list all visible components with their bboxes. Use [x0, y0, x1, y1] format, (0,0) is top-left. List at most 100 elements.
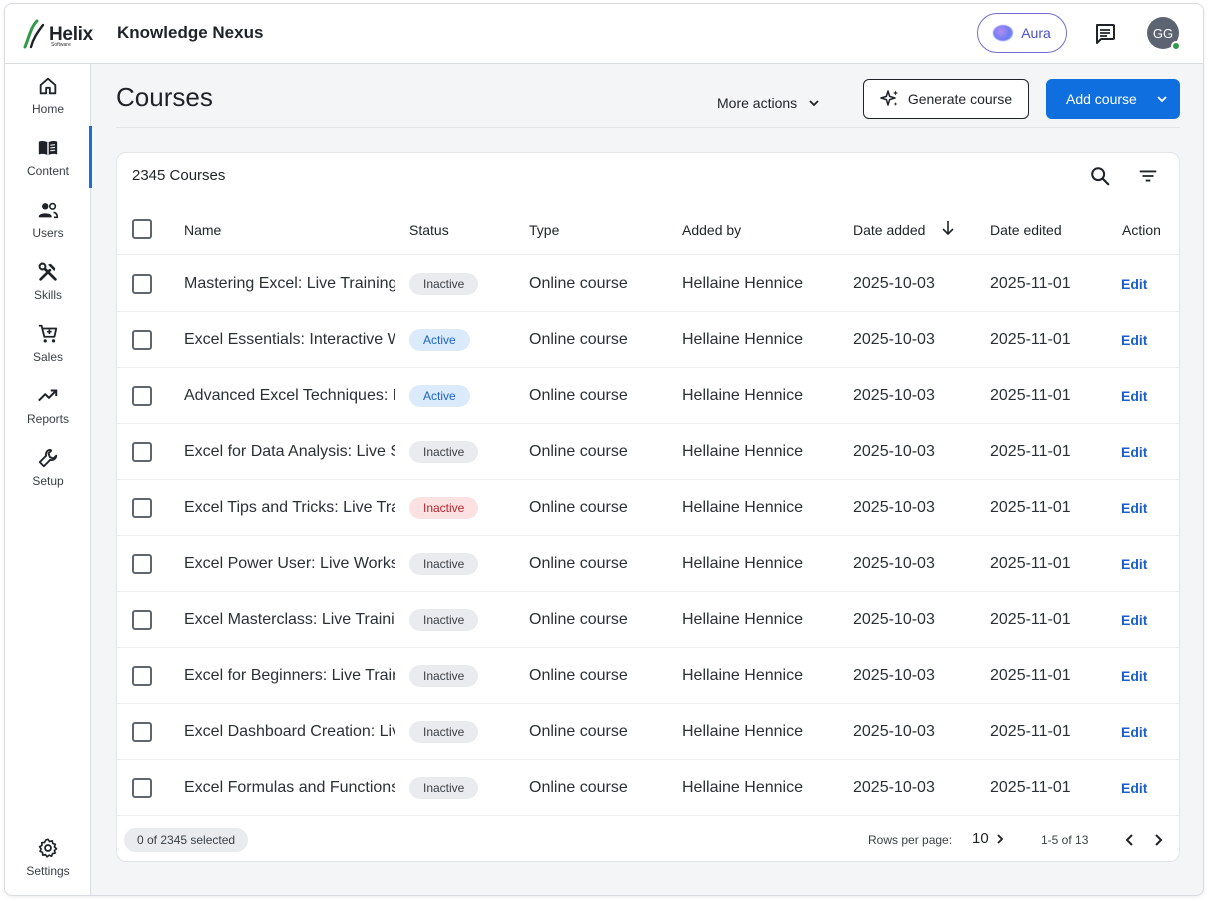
edit-link[interactable]: Edit: [1121, 668, 1147, 684]
aura-label: Aura: [1021, 25, 1051, 41]
date-added: 2025-10-03: [853, 499, 935, 516]
sparkle-icon: [880, 90, 898, 106]
added-by: Hellaine Hennice: [682, 555, 803, 572]
row-checkbox[interactable]: [132, 722, 152, 742]
table-row[interactable]: Excel Masterclass: Live Training Inactive…: [117, 592, 1179, 648]
column-header-date-added[interactable]: Date added: [853, 222, 925, 238]
course-name[interactable]: Excel for Beginners: Live Training: [184, 667, 395, 685]
sort-descending-icon[interactable]: [939, 219, 957, 237]
generate-course-button[interactable]: Generate course: [863, 79, 1029, 119]
course-type: Online course: [529, 779, 628, 796]
edit-link[interactable]: Edit: [1121, 444, 1147, 460]
sidebar-item-label: Sales: [32, 349, 64, 364]
top-bar: Helix Software Knowledge Nexus Aura GG: [5, 4, 1203, 64]
course-name[interactable]: Excel for Data Analysis: Live Session: [184, 443, 395, 461]
courses-table-card: 2345 Courses Name Status Type Added by D…: [116, 152, 1180, 862]
table-row[interactable]: Excel Tips and Tricks: Live Training Inac…: [117, 480, 1179, 536]
date-edited: 2025-11-01: [990, 723, 1071, 740]
sidebar-item-reports[interactable]: Reports: [5, 374, 91, 436]
course-name[interactable]: Excel Essentials: Interactive Workshop: [184, 331, 395, 349]
edit-link[interactable]: Edit: [1121, 780, 1147, 796]
avatar[interactable]: GG: [1147, 17, 1181, 51]
more-actions-button[interactable]: More actions: [717, 88, 821, 118]
edit-link[interactable]: Edit: [1121, 500, 1147, 516]
row-checkbox[interactable]: [132, 498, 152, 518]
add-course-button[interactable]: Add course: [1046, 79, 1180, 119]
generate-course-label: Generate course: [907, 91, 1013, 107]
table-footer: 0 of 2345 selected Rows per page: 10 1-5…: [117, 817, 1179, 861]
table-row[interactable]: Excel Formulas and Functions: Live Inacti…: [117, 760, 1179, 816]
added-by: Hellaine Hennice: [682, 779, 803, 796]
select-all-checkbox[interactable]: [132, 219, 152, 239]
table-row[interactable]: Excel Power User: Live Workshop Inactive O…: [117, 536, 1179, 592]
edit-link[interactable]: Edit: [1121, 332, 1147, 348]
added-by: Hellaine Hennice: [682, 499, 803, 516]
column-header-type[interactable]: Type: [529, 222, 559, 238]
sidebar-item-label: Reports: [26, 411, 70, 426]
added-by: Hellaine Hennice: [682, 667, 803, 684]
table-header: Name Status Type Added by Date added Dat…: [117, 205, 1179, 255]
table-row[interactable]: Mastering Excel: Live Training Inactive On…: [117, 256, 1179, 312]
table-row[interactable]: Excel for Data Analysis: Live Session Ina…: [117, 424, 1179, 480]
row-checkbox[interactable]: [132, 554, 152, 574]
course-type: Online course: [529, 499, 628, 516]
gear-icon: [38, 837, 58, 858]
sidebar-item-home[interactable]: Home: [5, 64, 91, 126]
aura-button[interactable]: Aura: [977, 13, 1067, 53]
next-page-icon[interactable]: [1148, 830, 1168, 850]
row-checkbox[interactable]: [132, 442, 152, 462]
previous-page-icon[interactable]: [1120, 830, 1140, 850]
column-header-date-edited[interactable]: Date edited: [990, 222, 1062, 238]
course-type: Online course: [529, 723, 628, 740]
chevron-right-icon: [997, 833, 1003, 844]
course-name[interactable]: Excel Dashboard Creation: Live: [184, 723, 395, 741]
edit-link[interactable]: Edit: [1121, 556, 1147, 572]
helix-logo[interactable]: Helix Software: [23, 17, 95, 51]
column-header-status[interactable]: Status: [409, 222, 449, 238]
course-name[interactable]: Excel Masterclass: Live Training: [184, 611, 395, 629]
sidebar-item-users[interactable]: Users: [5, 188, 91, 250]
filter-icon[interactable]: [1137, 165, 1159, 187]
search-icon[interactable]: [1089, 165, 1111, 187]
row-checkbox[interactable]: [132, 666, 152, 686]
courses-count: 2345 Courses: [132, 167, 226, 184]
row-checkbox[interactable]: [132, 330, 152, 350]
add-course-label: Add course: [1066, 91, 1137, 107]
sidebar-item-sales[interactable]: Sales: [5, 312, 91, 374]
edit-link[interactable]: Edit: [1121, 388, 1147, 404]
sidebar-item-settings[interactable]: Settings: [5, 826, 91, 888]
sidebar-item-label: Content: [26, 163, 70, 178]
edit-link[interactable]: Edit: [1121, 612, 1147, 628]
column-header-added-by[interactable]: Added by: [682, 222, 741, 238]
sidebar-item-setup[interactable]: Setup: [5, 436, 91, 498]
row-checkbox[interactable]: [132, 610, 152, 630]
edit-link[interactable]: Edit: [1121, 724, 1147, 740]
row-checkbox[interactable]: [132, 386, 152, 406]
date-added: 2025-10-03: [853, 667, 935, 684]
sidebar-item-content[interactable]: Content: [5, 126, 92, 188]
date-added: 2025-10-03: [853, 443, 935, 460]
course-name[interactable]: Excel Formulas and Functions: Live: [184, 779, 395, 797]
added-by: Hellaine Hennice: [682, 443, 803, 460]
row-checkbox[interactable]: [132, 778, 152, 798]
sidebar-item-skills[interactable]: Skills: [5, 250, 91, 312]
chevron-down-icon[interactable]: [1155, 92, 1169, 106]
rows-per-page-select[interactable]: 10: [972, 830, 1007, 847]
table-row[interactable]: Excel Essentials: Interactive Workshop Ac…: [117, 312, 1179, 368]
book-icon: [38, 140, 58, 155]
date-added: 2025-10-03: [853, 779, 935, 796]
course-name[interactable]: Mastering Excel: Live Training: [184, 275, 395, 293]
course-name[interactable]: Excel Power User: Live Workshop: [184, 555, 395, 573]
column-header-name[interactable]: Name: [184, 222, 221, 238]
chat-icon[interactable]: [1093, 22, 1117, 46]
trending-up-icon: [38, 388, 58, 401]
row-checkbox[interactable]: [132, 274, 152, 294]
course-name[interactable]: Advanced Excel Techniques: Live: [184, 387, 395, 405]
table-row[interactable]: Excel for Beginners: Live Training Inacti…: [117, 648, 1179, 704]
status-badge: Inactive: [409, 273, 479, 295]
edit-link[interactable]: Edit: [1121, 276, 1147, 292]
table-row[interactable]: Advanced Excel Techniques: Live Active Onl…: [117, 368, 1179, 424]
course-name[interactable]: Excel Tips and Tricks: Live Training: [184, 499, 395, 517]
sidebar-item-label: Skills: [33, 287, 62, 302]
table-row[interactable]: Excel Dashboard Creation: Live Inactive On…: [117, 704, 1179, 760]
